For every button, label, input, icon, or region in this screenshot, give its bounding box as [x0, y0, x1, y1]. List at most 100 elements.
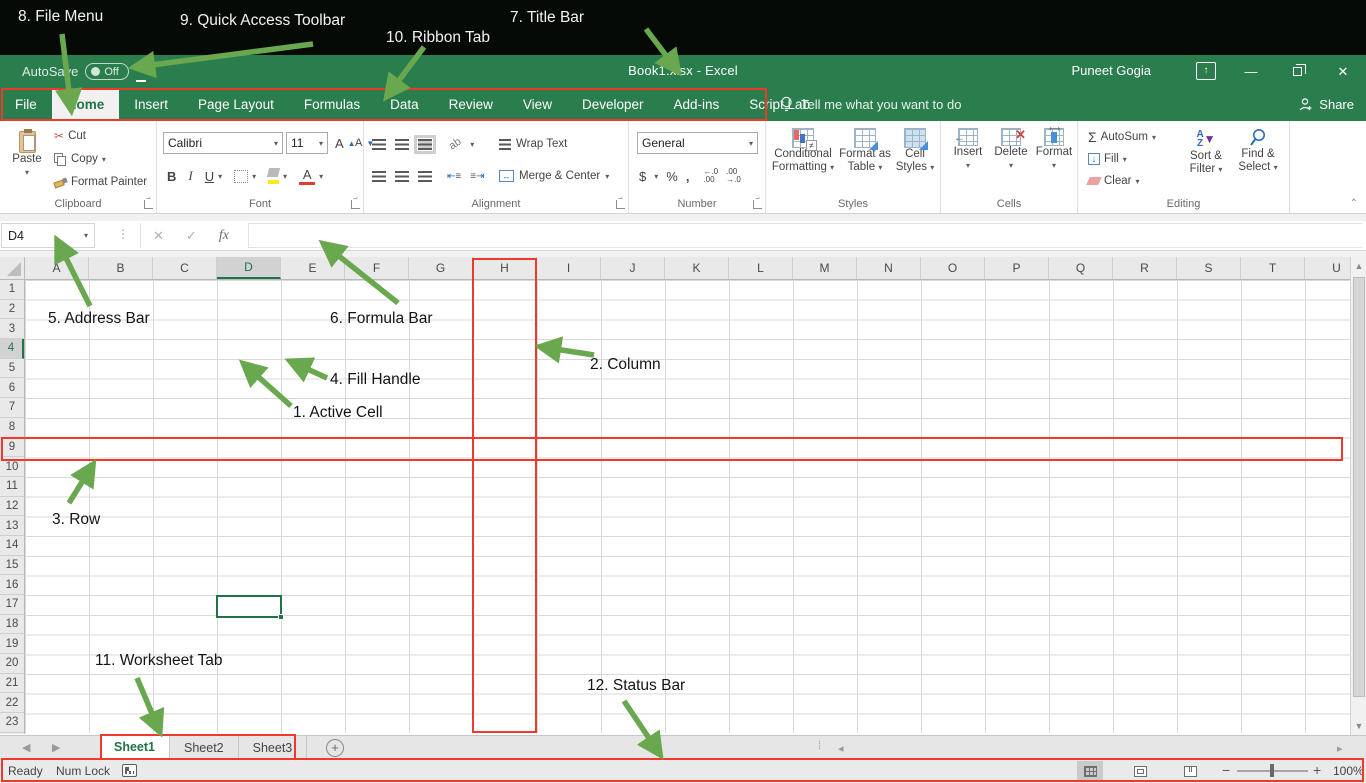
decrease-indent-icon[interactable]: ⇤≡ — [447, 171, 461, 182]
zoom-level[interactable]: 100% — [1333, 764, 1364, 778]
autosum-dropdown-icon[interactable]: ▾ — [1152, 133, 1156, 142]
tell-me-box[interactable]: Tell me what you want to do — [780, 88, 961, 121]
cell-styles-button[interactable]: Cell Styles ▾ — [892, 123, 938, 174]
autosum-button[interactable]: Σ AutoSum ▾ — [1086, 126, 1158, 148]
font-name-combo[interactable]: Calibri▾ — [163, 132, 283, 154]
h-scroll-left-icon[interactable]: ◂ — [838, 742, 844, 755]
row-header-18[interactable]: 18 — [0, 615, 24, 635]
fill-color-dropdown-icon[interactable]: ▾ — [283, 172, 287, 181]
ribbon-tab-add-ins[interactable]: Add-ins — [659, 88, 735, 121]
column-header-k[interactable]: K — [665, 257, 729, 279]
fill-color-icon[interactable] — [268, 168, 279, 184]
select-all-button[interactable] — [0, 257, 25, 280]
sheet-nav-left-icon[interactable]: ◀ — [22, 741, 30, 754]
paste-dropdown-icon[interactable]: ▾ — [25, 166, 29, 179]
row-header-13[interactable]: 13 — [0, 516, 24, 536]
column-header-m[interactable]: M — [793, 257, 857, 279]
font-size-combo[interactable]: 11▾ — [286, 132, 328, 154]
bold-button[interactable]: B — [167, 169, 176, 184]
align-center-icon[interactable] — [395, 171, 409, 182]
h-scroll-right-icon[interactable]: ▸ — [1337, 742, 1343, 755]
orientation-icon[interactable]: ab — [447, 136, 464, 153]
row-header-15[interactable]: 15 — [0, 556, 24, 576]
wrap-text-button[interactable]: Wrap Text — [497, 133, 569, 155]
alignment-dialog-launcher-icon[interactable] — [616, 200, 625, 209]
column-header-r[interactable]: R — [1113, 257, 1177, 279]
format-as-table-button[interactable]: Format as Table ▾ — [838, 123, 892, 174]
format-cells-button[interactable]: ⟷ Format ▾ — [1033, 123, 1075, 172]
insert-function-icon[interactable]: fx — [219, 228, 229, 244]
row-header-12[interactable]: 12 — [0, 497, 24, 517]
align-left-icon[interactable] — [372, 171, 386, 182]
column-header-i[interactable]: I — [537, 257, 601, 279]
ribbon-tab-page-layout[interactable]: Page Layout — [183, 88, 289, 121]
row-header-4[interactable]: 4 — [0, 339, 24, 359]
page-layout-view-button[interactable] — [1127, 761, 1153, 781]
fill-handle[interactable] — [278, 614, 284, 620]
italic-button[interactable]: I — [188, 168, 192, 184]
copy-dropdown-icon[interactable]: ▾ — [102, 155, 106, 164]
ribbon-tab-review[interactable]: Review — [434, 88, 508, 121]
row-header-1[interactable]: 1 — [0, 280, 24, 300]
conditional-formatting-dropdown-icon[interactable]: ▾ — [830, 163, 834, 172]
merge-center-dropdown-icon[interactable]: ▾ — [605, 172, 609, 181]
row-header-8[interactable]: 8 — [0, 418, 24, 438]
column-header-o[interactable]: O — [921, 257, 985, 279]
vertical-scroll-thumb[interactable] — [1353, 277, 1365, 697]
row-header-14[interactable]: 14 — [0, 536, 24, 556]
font-color-dropdown-icon[interactable]: ▾ — [319, 172, 323, 181]
number-dialog-launcher-icon[interactable] — [753, 200, 762, 209]
name-box-dropdown-icon[interactable]: ▾ — [84, 231, 88, 240]
new-sheet-button[interactable]: + — [326, 739, 344, 757]
paste-button[interactable]: Paste ▾ — [6, 126, 48, 179]
delete-cells-dropdown-icon[interactable]: ▾ — [1009, 159, 1013, 172]
vertical-scrollbar[interactable]: ▲ ▼ — [1350, 257, 1366, 735]
insert-cells-button[interactable]: ← Insert ▾ — [949, 123, 987, 172]
normal-view-button[interactable] — [1077, 761, 1103, 781]
column-header-u[interactable]: U — [1305, 257, 1350, 279]
align-middle-icon[interactable] — [395, 139, 409, 150]
accounting-format-button[interactable]: $ — [639, 169, 646, 184]
format-as-table-dropdown-icon[interactable]: ▾ — [878, 163, 882, 172]
borders-dropdown-icon[interactable]: ▾ — [252, 172, 256, 181]
borders-icon[interactable] — [234, 170, 248, 183]
name-box[interactable]: D4 ▾ — [1, 223, 95, 248]
zoom-out-button[interactable]: − — [1222, 762, 1230, 778]
row-header-22[interactable]: 22 — [0, 693, 24, 713]
font-color-icon[interactable]: A — [299, 167, 315, 185]
cut-button[interactable]: ✂ Cut — [52, 125, 88, 147]
row-header-5[interactable]: 5 — [0, 359, 24, 379]
column-header-e[interactable]: E — [281, 257, 345, 279]
decrease-decimal-button[interactable]: .00→.0 — [726, 168, 741, 184]
align-bottom-icon[interactable] — [418, 139, 432, 150]
clear-button[interactable]: Clear ▾ — [1086, 170, 1142, 192]
column-header-j[interactable]: J — [601, 257, 665, 279]
formula-bar-resize-handle[interactable]: ⋮ — [117, 227, 130, 241]
row-header-19[interactable]: 19 — [0, 634, 24, 654]
row-header-9[interactable]: 9 — [0, 438, 24, 458]
zoom-in-button[interactable]: + — [1313, 762, 1321, 778]
column-header-n[interactable]: N — [857, 257, 921, 279]
ribbon-tab-formulas[interactable]: Formulas — [289, 88, 375, 121]
active-cell[interactable] — [216, 595, 282, 618]
fill-button[interactable]: ↓ Fill ▾ — [1086, 148, 1129, 170]
ribbon-tab-home[interactable]: Home — [52, 88, 120, 121]
sort-filter-button[interactable]: AZ ▼ Sort & Filter ▾ — [1182, 123, 1230, 176]
sheet-tab-sheet1[interactable]: Sheet1 — [100, 736, 170, 760]
sheet-tab-sheet3[interactable]: Sheet3 — [239, 736, 308, 760]
row-header-20[interactable]: 20 — [0, 654, 24, 674]
row-header-10[interactable]: 10 — [0, 457, 24, 477]
row-header-3[interactable]: 3 — [0, 319, 24, 339]
clear-dropdown-icon[interactable]: ▾ — [1135, 177, 1139, 186]
increase-indent-icon[interactable]: ≡⇥ — [470, 171, 484, 182]
enter-icon[interactable]: ✓ — [186, 228, 197, 244]
ribbon-tab-developer[interactable]: Developer — [567, 88, 659, 121]
format-cells-dropdown-icon[interactable]: ▾ — [1052, 159, 1056, 172]
ribbon-tab-insert[interactable]: Insert — [119, 88, 183, 121]
macro-record-icon[interactable] — [122, 764, 137, 777]
copy-button[interactable]: Copy ▾ — [52, 148, 108, 170]
ribbon-tab-data[interactable]: Data — [375, 88, 434, 121]
row-header-23[interactable]: 23 — [0, 713, 24, 733]
user-name[interactable]: Puneet Gogia — [1071, 63, 1151, 78]
ribbon-display-options-icon[interactable]: ↑ — [1196, 62, 1216, 80]
